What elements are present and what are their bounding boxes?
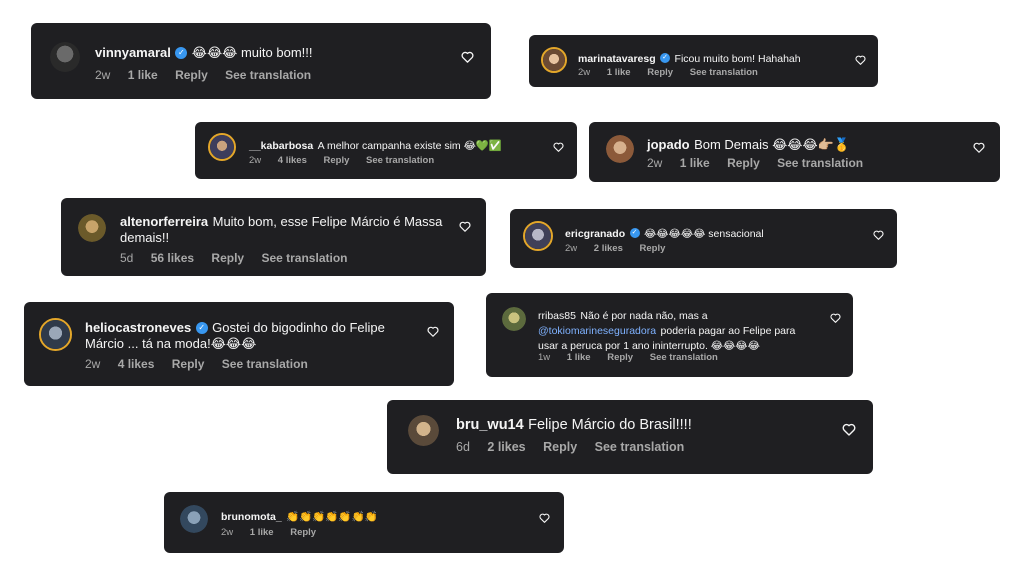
comment-time: 2w bbox=[578, 67, 591, 78]
heart-outline-icon[interactable] bbox=[539, 513, 550, 523]
reply-button[interactable]: Reply bbox=[727, 156, 760, 170]
comment-time: 1w bbox=[538, 352, 551, 363]
like-count[interactable]: 1 like bbox=[250, 527, 274, 538]
username[interactable]: marinatavaresg bbox=[578, 53, 656, 65]
username[interactable]: brunomota_ bbox=[221, 511, 282, 523]
comment-card: heliocastroneves ✓ Gostei do bigodinho d… bbox=[24, 302, 454, 386]
see-translation-button[interactable]: See translation bbox=[225, 68, 311, 82]
verified-badge-icon: ✓ bbox=[195, 321, 208, 334]
avatar[interactable] bbox=[541, 47, 567, 73]
verified-badge-icon: ✓ bbox=[660, 52, 671, 63]
heart-outline-icon[interactable] bbox=[873, 230, 884, 240]
like-count[interactable]: 1 like bbox=[128, 68, 158, 82]
avatar[interactable] bbox=[180, 505, 208, 533]
avatar[interactable] bbox=[408, 415, 439, 446]
comment-time: 2w bbox=[249, 155, 262, 166]
comment-card: brunomota_ 👏👏👏👏👏👏👏 2w 1 like Reply bbox=[164, 492, 564, 553]
username[interactable]: vinnyamaral bbox=[95, 45, 171, 60]
comment-text: 😂😂😂😂😂 sensacional bbox=[644, 228, 764, 240]
comment-text: Felipe Márcio do Brasil!!!! bbox=[528, 417, 692, 433]
username[interactable]: rribas85 bbox=[538, 310, 576, 322]
comment-text: 😂😂😂 muito bom!!! bbox=[191, 45, 313, 60]
like-count[interactable]: 1 like bbox=[607, 67, 631, 78]
avatar[interactable] bbox=[606, 135, 634, 163]
username[interactable]: __kabarbosa bbox=[249, 140, 313, 152]
comment-time: 2w bbox=[565, 243, 578, 254]
comment-card: bru_wu14 Felipe Márcio do Brasil!!!! 6d … bbox=[387, 400, 873, 474]
reply-button[interactable]: Reply bbox=[211, 251, 244, 265]
username[interactable]: ericgranado bbox=[565, 228, 625, 240]
avatar[interactable] bbox=[523, 221, 553, 251]
comment-card: jopado Bom Demais 😂😂😂👉🏼🥇 2w 1 like Reply… bbox=[589, 122, 1000, 182]
avatar[interactable] bbox=[39, 318, 72, 351]
see-translation-button[interactable]: See translation bbox=[222, 357, 308, 371]
see-translation-button[interactable]: See translation bbox=[690, 67, 758, 78]
reply-button[interactable]: Reply bbox=[543, 440, 577, 454]
heart-outline-icon[interactable] bbox=[842, 423, 856, 436]
comment-text: A melhor campanha existe sim 😂💚✅ bbox=[317, 140, 502, 152]
username[interactable]: bru_wu14 bbox=[456, 417, 524, 433]
see-translation-button[interactable]: See translation bbox=[650, 352, 718, 363]
reply-button[interactable]: Reply bbox=[607, 352, 633, 363]
comment-text: Ficou muito bom! Hahahah bbox=[674, 53, 801, 65]
username[interactable]: altenorferreira bbox=[120, 214, 208, 229]
like-count[interactable]: 2 likes bbox=[594, 243, 623, 254]
heart-outline-icon[interactable] bbox=[553, 142, 564, 152]
avatar[interactable] bbox=[78, 214, 106, 242]
verified-badge-icon: ✓ bbox=[175, 46, 188, 59]
reply-button[interactable]: Reply bbox=[172, 357, 205, 371]
heart-outline-icon[interactable] bbox=[427, 326, 439, 337]
see-translation-button[interactable]: See translation bbox=[595, 440, 685, 454]
like-count[interactable]: 2 likes bbox=[487, 440, 525, 454]
avatar[interactable] bbox=[208, 133, 236, 161]
reply-button[interactable]: Reply bbox=[647, 67, 673, 78]
heart-outline-icon[interactable] bbox=[830, 313, 841, 323]
comment-card: marinatavaresg ✓ Ficou muito bom! Hahaha… bbox=[529, 35, 878, 87]
username[interactable]: heliocastroneves bbox=[85, 320, 191, 335]
comment-card: vinnyamaral ✓ 😂😂😂 muito bom!!! 2w 1 like… bbox=[31, 23, 491, 99]
comment-text: Não é por nada não, mas a bbox=[580, 310, 708, 322]
reply-button[interactable]: Reply bbox=[640, 243, 666, 254]
comment-time: 2w bbox=[95, 68, 111, 82]
heart-outline-icon[interactable] bbox=[855, 55, 866, 65]
comment-time: 2w bbox=[85, 357, 101, 371]
comment-time: 5d bbox=[120, 251, 134, 265]
like-count[interactable]: 1 like bbox=[680, 156, 710, 170]
avatar[interactable] bbox=[50, 42, 80, 72]
comment-time: 6d bbox=[456, 440, 470, 454]
comment-text: 👏👏👏👏👏👏👏 bbox=[286, 511, 378, 523]
reply-button[interactable]: Reply bbox=[290, 527, 316, 538]
comment-time: 2w bbox=[647, 156, 663, 170]
comment-card: rribas85 Não é por nada não, mas a @toki… bbox=[486, 293, 853, 377]
like-count[interactable]: 56 likes bbox=[151, 251, 194, 265]
comment-card: __kabarbosa A melhor campanha existe sim… bbox=[195, 122, 577, 179]
like-count[interactable]: 1 like bbox=[567, 352, 591, 363]
comment-card: altenorferreira Muito bom, esse Felipe M… bbox=[61, 198, 486, 276]
see-translation-button[interactable]: See translation bbox=[777, 156, 863, 170]
reply-button[interactable]: Reply bbox=[324, 155, 350, 166]
comment-card: ericgranado ✓ 😂😂😂😂😂 sensacional 2w 2 lik… bbox=[510, 209, 897, 268]
see-translation-button[interactable]: See translation bbox=[261, 251, 347, 265]
verified-badge-icon: ✓ bbox=[629, 227, 640, 238]
heart-outline-icon[interactable] bbox=[973, 142, 985, 153]
comment-text: Bom Demais 😂😂😂👉🏼🥇 bbox=[694, 137, 851, 152]
heart-outline-icon[interactable] bbox=[461, 51, 474, 63]
avatar[interactable] bbox=[502, 307, 526, 331]
reply-button[interactable]: Reply bbox=[175, 68, 208, 82]
like-count[interactable]: 4 likes bbox=[278, 155, 307, 166]
see-translation-button[interactable]: See translation bbox=[366, 155, 434, 166]
comment-time: 2w bbox=[221, 527, 234, 538]
heart-outline-icon[interactable] bbox=[459, 221, 471, 232]
username[interactable]: jopado bbox=[647, 137, 690, 152]
like-count[interactable]: 4 likes bbox=[118, 357, 155, 371]
mention-link[interactable]: @tokiomarineseguradora bbox=[538, 325, 656, 337]
